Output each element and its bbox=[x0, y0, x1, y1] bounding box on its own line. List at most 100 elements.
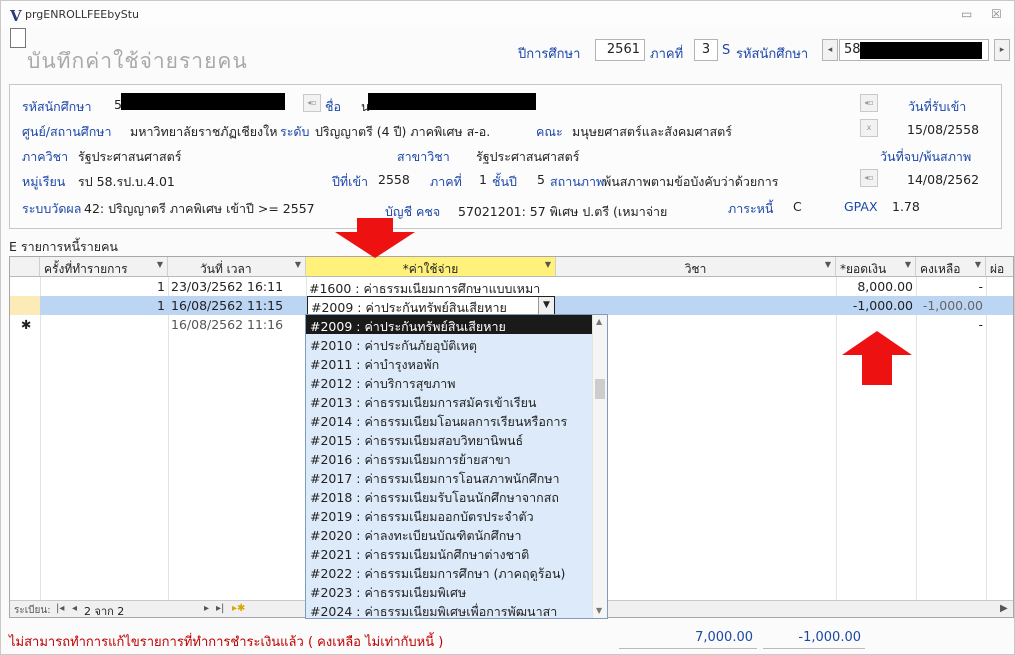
major-value: รัฐประศาสนศาสตร์ bbox=[476, 149, 580, 164]
window-title: prgENROLLFEEbyStu bbox=[25, 8, 140, 21]
sort-arrow-icon[interactable]: ▼ bbox=[905, 260, 911, 269]
term-field[interactable]: 3 bbox=[694, 39, 718, 61]
entry-date-label: วันที่รับเข้า bbox=[908, 99, 967, 114]
student-id-header-field[interactable]: 58 bbox=[839, 39, 989, 61]
dropdown-option[interactable]: #2010 : ค่าประกันภัยอุบัติเหตุ bbox=[306, 334, 594, 354]
column-header-balance[interactable]: คงเหลือ ▼ bbox=[916, 257, 986, 277]
group-value: รป 58.รป.บ.4.01 bbox=[78, 174, 175, 189]
faculty-button[interactable]: x bbox=[860, 119, 878, 137]
grid-line bbox=[986, 277, 987, 601]
dropdown-option[interactable]: #2013 : ค่าธรรมเนียมการสมัครเข้าเรียน bbox=[306, 391, 594, 411]
faculty-value: มนุษยศาสตร์และสังคมศาสตร์ bbox=[572, 124, 732, 139]
dept-label: ภาควิชา bbox=[22, 149, 69, 164]
column-header-datetime[interactable]: วันที่ เวลา ▼ bbox=[168, 257, 306, 277]
gpax-value: 1.78 bbox=[892, 199, 920, 214]
first-record-icon[interactable]: |◂ bbox=[56, 603, 64, 614]
sort-arrow-icon[interactable]: ▼ bbox=[545, 260, 551, 269]
row2-datetime[interactable]: 16/08/2562 11:15 bbox=[168, 297, 306, 315]
major-label: สาขาวิชา bbox=[397, 149, 450, 164]
s-icon: S bbox=[722, 43, 731, 58]
form-caption: บันทึกค่าใช้จ่ายรายคน bbox=[27, 49, 248, 73]
redacted-student-id-field bbox=[121, 93, 285, 110]
chevron-down-icon[interactable]: ▼ bbox=[538, 297, 554, 314]
dropdown-option[interactable]: #2015 : ค่าธรรมเนียมสอบวิทยานิพนธ์ bbox=[306, 429, 594, 449]
row2-selector[interactable] bbox=[10, 296, 40, 315]
scroll-up-icon[interactable]: ▲ bbox=[596, 317, 602, 326]
grad-date-label: วันที่จบ/พ้นสภาพ bbox=[880, 149, 972, 164]
faculty-label: คณะ bbox=[536, 124, 563, 139]
dropdown-option[interactable]: #2016 : ค่าธรรมเนียมการย้ายสาขา bbox=[306, 448, 594, 468]
row1-expense[interactable]: #1600 : ค่าธรรมเนียมการศึกษาแบบเหมา bbox=[306, 278, 556, 296]
scroll-right-icon[interactable]: ▶ bbox=[1000, 603, 1008, 614]
group-label: หมู่เรียน bbox=[22, 174, 66, 189]
next-record-icon[interactable]: ▸ bbox=[204, 603, 209, 614]
expense-combobox[interactable]: #2009 : ค่าประกันทรัพย์สินเสียหาย ▼ bbox=[307, 296, 555, 315]
account-value: 57021201: 57 พิเศษ ป.ตรี (เหมาจ่าย bbox=[458, 204, 668, 219]
column-header-expense[interactable]: *ค่าใช้จ่าย ▼ bbox=[306, 257, 556, 277]
center-value: มหาวิทยาลัยราชภัฏเชียงใหม่ bbox=[130, 124, 278, 139]
close-button[interactable]: ☒ bbox=[991, 7, 1002, 21]
row1-seq[interactable]: 1 bbox=[40, 278, 168, 296]
level-label: ระดับ bbox=[280, 124, 310, 139]
entry-term-label: ภาคที่ bbox=[430, 174, 462, 189]
debt-label: ภาระหนี้ bbox=[728, 201, 774, 216]
dropdown-option[interactable]: #2014 : ค่าธรรมเนียมโอนผลการเรียนหรือการ bbox=[306, 410, 594, 430]
scroll-thumb[interactable] bbox=[595, 379, 605, 399]
row1-datetime[interactable]: 23/03/2562 16:11 bbox=[168, 278, 306, 296]
dropdown-option[interactable]: #2009 : ค่าประกันทรัพย์สินเสียหาย bbox=[306, 315, 594, 335]
row1-balance[interactable]: - bbox=[916, 278, 986, 296]
student-lookup-button[interactable]: ◂▫ bbox=[303, 94, 321, 112]
last-record-icon[interactable]: ▸| bbox=[216, 603, 224, 614]
row2-amount[interactable]: -1,000.00 bbox=[836, 297, 916, 315]
dropdown-option[interactable]: #2022 : ค่าธรรมเนียมการศึกษา (ภาคฤดูร้อน… bbox=[306, 562, 594, 582]
grading-label: ระบบวัดผล bbox=[22, 201, 82, 216]
dropdown-option[interactable]: #2020 : ค่าลงทะเบียนบัณฑิตนักศึกษา bbox=[306, 524, 594, 544]
debt-value: C bbox=[793, 199, 802, 214]
total-amount: 7,000.00 bbox=[619, 627, 757, 649]
dropdown-option[interactable]: #2011 : ค่าบำรุงหอพัก bbox=[306, 353, 594, 373]
scroll-down-icon[interactable]: ▼ bbox=[596, 606, 602, 615]
sort-arrow-icon[interactable]: ▼ bbox=[295, 260, 301, 269]
center-label: ศูนย์/สถานศึกษา bbox=[22, 124, 112, 139]
column-header-amount[interactable]: *ยอดเงิน ▼ bbox=[836, 257, 916, 277]
sort-arrow-icon[interactable]: ▼ bbox=[825, 260, 831, 269]
title-bar: V prgENROLLFEEbyStu ▭ ☒ bbox=[1, 1, 1014, 27]
new-record-icon[interactable]: ▸✱ bbox=[232, 603, 245, 614]
class-year-value: 5 bbox=[537, 172, 545, 187]
student-info-panel: รหัสนักศึกษา 5 ◂▫ ชื่อ น ◂▫ วันที่รับเข้… bbox=[9, 84, 1002, 229]
status-button[interactable]: ◂▫ bbox=[860, 169, 878, 187]
red-arrow-down-icon bbox=[335, 218, 415, 258]
dropdown-option[interactable]: #2017 : ค่าธรรมเนียมการโอนสภาพนักศึกษา bbox=[306, 467, 594, 487]
dropdown-option[interactable]: #2024 : ค่าธรรมเนียมพิเศษเพื่อการพัฒนาสา bbox=[306, 600, 594, 618]
entry-date-button[interactable]: ◂▫ bbox=[860, 94, 878, 112]
sort-arrow-icon[interactable]: ▼ bbox=[157, 260, 163, 269]
column-header-installment[interactable]: ผ่อ bbox=[986, 257, 1013, 277]
dropdown-option[interactable]: #2012 : ค่าบริการสุขภาพ bbox=[306, 372, 594, 392]
row3-balance[interactable]: - bbox=[916, 316, 986, 334]
gpax-label: GPAX bbox=[844, 199, 878, 214]
row2-balance[interactable]: -1,000.00 bbox=[916, 297, 986, 315]
grading-value: 42: ปริญญาตรี ภาคพิเศษ เข้าปี >= 2557 bbox=[84, 201, 315, 216]
column-header-seq[interactable]: ครั้งที่ทำรายการ ▼ bbox=[40, 257, 168, 277]
dropdown-option[interactable]: #2021 : ค่าธรรมเนียมนักศึกษาต่างชาติ bbox=[306, 543, 594, 563]
row1-amount[interactable]: 8,000.00 bbox=[836, 278, 916, 296]
dropdown-option[interactable]: #2023 : ค่าธรรมเนียมพิเศษ bbox=[306, 581, 594, 601]
app-icon: V bbox=[10, 7, 22, 25]
dropdown-scrollbar[interactable]: ▲ ▼ bbox=[592, 315, 607, 618]
row3-datetime[interactable]: 16/08/2562 11:16 bbox=[168, 316, 306, 334]
record-position[interactable]: 2 จาก 2 bbox=[84, 602, 124, 617]
column-header-subject[interactable]: วิชา ▼ bbox=[556, 257, 836, 277]
sort-arrow-icon[interactable]: ▼ bbox=[975, 260, 981, 269]
next-student-button[interactable]: ▸ bbox=[994, 39, 1010, 61]
student-id-label: รหัสนักศึกษา bbox=[22, 99, 92, 114]
redacted-name-field bbox=[368, 93, 536, 110]
dropdown-option[interactable]: #2019 : ค่าธรรมเนียมออกบัตรประจำตัว bbox=[306, 505, 594, 525]
prev-record-icon[interactable]: ◂ bbox=[72, 603, 77, 614]
dropdown-option[interactable]: #2018 : ค่าธรรมเนียมรับโอนนักศึกษาจากสถ bbox=[306, 486, 594, 506]
row2-seq[interactable]: 1 bbox=[40, 297, 168, 315]
level-value: ปริญญาตรี (4 ปี) ภาคพิเศษ ส-อ. bbox=[315, 124, 491, 139]
status-label: สถานภาพ bbox=[550, 174, 605, 189]
minimize-button[interactable]: ▭ bbox=[961, 7, 972, 21]
prev-student-button[interactable]: ◂ bbox=[822, 39, 838, 61]
year-field[interactable]: 2561 bbox=[595, 39, 645, 61]
